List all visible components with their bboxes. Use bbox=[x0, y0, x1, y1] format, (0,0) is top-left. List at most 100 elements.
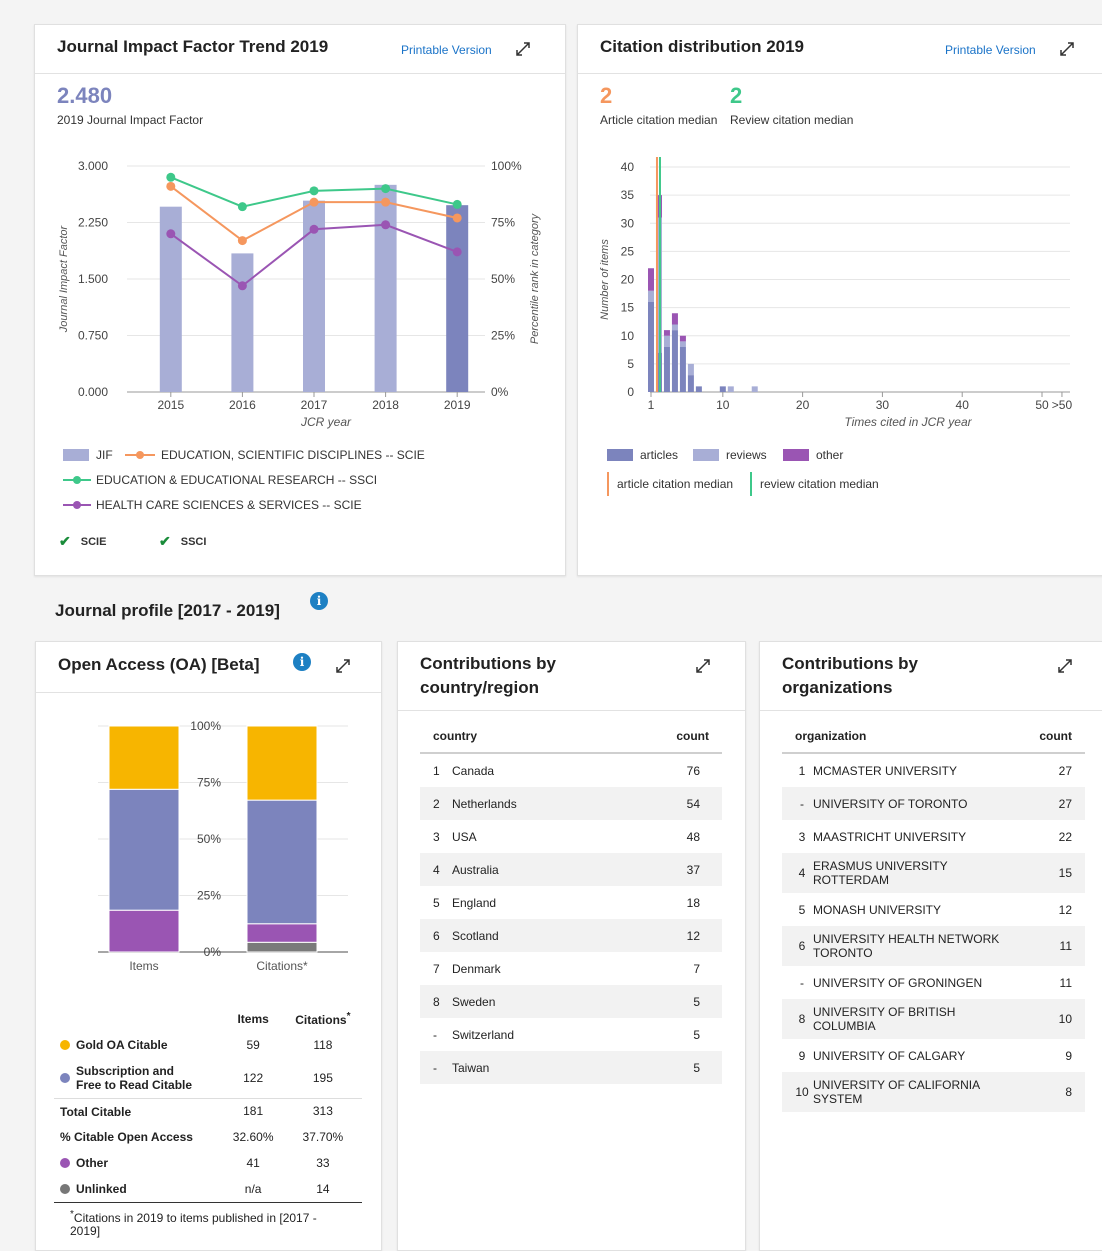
rank-cell: 7 bbox=[433, 961, 440, 976]
count-cell: 11 bbox=[1059, 975, 1072, 990]
expand-icon[interactable] bbox=[335, 658, 351, 674]
filter-scie-label: SCIE bbox=[80, 535, 107, 548]
rank-cell: 3 bbox=[798, 829, 806, 844]
x-tick-label: >50 bbox=[1052, 398, 1073, 412]
organization-row[interactable]: 6 UNIVERSITY HEALTH NETWORK TORONTO 11 bbox=[782, 926, 1085, 966]
health-point bbox=[381, 220, 391, 230]
expand-icon[interactable] bbox=[695, 658, 711, 674]
y-tick-label: 40 bbox=[621, 160, 635, 174]
count-cell: 37 bbox=[616, 853, 722, 886]
edu-sci-point bbox=[452, 213, 462, 223]
rank-cell: 3 bbox=[433, 829, 440, 844]
printable-version-link[interactable]: Printable Version bbox=[945, 43, 1036, 57]
expand-icon[interactable] bbox=[515, 41, 531, 57]
x-tick-label: 2016 bbox=[229, 398, 256, 412]
printable-version-link[interactable]: Printable Version bbox=[401, 43, 492, 57]
legend-articles[interactable]: articles bbox=[607, 448, 678, 462]
count-cell: 5 bbox=[693, 1027, 700, 1042]
review-median-swatch bbox=[750, 472, 752, 496]
info-icon[interactable]: i bbox=[293, 653, 311, 671]
articles-swatch bbox=[607, 449, 633, 461]
country-row[interactable]: 4 Australia 37 bbox=[420, 853, 722, 886]
oa-row-label: Unlinked bbox=[54, 1176, 223, 1202]
name-cell: UNIVERSITY OF GRONINGEN bbox=[813, 975, 983, 990]
rank-cell: 5 bbox=[798, 902, 806, 917]
organization-row[interactable]: - UNIVERSITY OF TORONTO 27 bbox=[782, 787, 1085, 820]
legend-edu-res[interactable]: EDUCATION & EDUCATIONAL RESEARCH -- SSCI bbox=[63, 473, 377, 487]
country-row[interactable]: 8 Sweden 5 bbox=[420, 985, 722, 1018]
count-cell: 48 bbox=[686, 829, 700, 844]
country-row[interactable]: 3 USA 48 bbox=[420, 820, 722, 853]
rank-cell: 6 bbox=[782, 926, 813, 966]
jif-trend-card: Journal Impact Factor Trend 2019 Printab… bbox=[34, 24, 566, 576]
jif-bar bbox=[231, 253, 254, 392]
organization-row[interactable]: 4 ERASMUS UNIVERSITY ROTTERDAM 15 bbox=[782, 853, 1085, 893]
reviews-bar bbox=[663, 335, 670, 347]
country-row[interactable]: 5 England 18 bbox=[420, 886, 722, 919]
count-cell: 76 bbox=[686, 763, 700, 778]
x-tick-label: 20 bbox=[796, 398, 810, 412]
x-tick-label: 40 bbox=[956, 398, 970, 412]
y2-axis-title: Percentile rank in category bbox=[529, 212, 541, 344]
edu-res-point bbox=[452, 199, 462, 209]
reviews-bar bbox=[679, 341, 686, 347]
organization-row[interactable]: 8 UNIVERSITY OF BRITISH COLUMBIA 10 bbox=[782, 999, 1085, 1039]
name-cell: 6 Scotland bbox=[420, 919, 617, 952]
oa-row-label: Total Citable bbox=[54, 1098, 223, 1124]
legend-health[interactable]: HEALTH CARE SCIENCES & SERVICES -- SCIE bbox=[63, 498, 362, 512]
count-cell: 12 bbox=[1058, 902, 1072, 917]
organization-row[interactable]: 5 MONASH UNIVERSITY 12 bbox=[782, 893, 1085, 926]
other-swatch bbox=[783, 449, 809, 461]
y-tick-label: 50% bbox=[197, 832, 221, 846]
organization-row[interactable]: 3 MAASTRICHT UNIVERSITY 22 bbox=[782, 820, 1085, 853]
organization-row[interactable]: 9 UNIVERSITY OF CALGARY 9 bbox=[782, 1039, 1085, 1072]
oa-table: Items Citations* Gold OA Citable 59 118 Sub… bbox=[54, 1006, 362, 1203]
country-row[interactable]: 6 Scotland 12 bbox=[420, 919, 722, 952]
jif-swatch bbox=[63, 449, 89, 461]
expand-icon[interactable] bbox=[1057, 658, 1073, 674]
y-tick-label: 10 bbox=[621, 329, 635, 343]
country-row[interactable]: - Taiwan 5 bbox=[420, 1051, 722, 1084]
organization-row[interactable]: - UNIVERSITY OF GRONINGEN 11 bbox=[782, 966, 1085, 999]
legend-article-median[interactable]: article citation median bbox=[607, 472, 733, 496]
jif-bar bbox=[374, 184, 397, 392]
legend-review-median[interactable]: review citation median bbox=[750, 472, 879, 496]
filter-ssci[interactable]: ✔ SSCI bbox=[159, 533, 206, 550]
expand-icon[interactable] bbox=[1059, 41, 1075, 57]
article-median-label: Article citation median bbox=[600, 113, 718, 127]
legend-jif[interactable]: JIF bbox=[63, 448, 113, 462]
country-row[interactable]: 1 Canada 76 bbox=[420, 753, 722, 787]
organization-row[interactable]: 10 UNIVERSITY OF CALIFORNIA SYSTEM 8 bbox=[782, 1072, 1085, 1112]
oa-card-header: Open Access (OA) [Beta] i bbox=[36, 642, 381, 693]
country-card-title-line2: country/region bbox=[420, 678, 540, 697]
oa-col-citations: Citations* bbox=[295, 1011, 351, 1027]
articles-bar bbox=[719, 386, 726, 392]
name-cell: - Switzerland bbox=[420, 1018, 617, 1051]
reviews-bar bbox=[687, 363, 694, 376]
country-row[interactable]: 7 Denmark 7 bbox=[420, 952, 722, 985]
oa-row-label-text: Other bbox=[76, 1156, 109, 1171]
count-cell: 18 bbox=[686, 895, 700, 910]
filter-scie[interactable]: ✔ SCIE bbox=[59, 533, 106, 550]
info-icon[interactable]: i bbox=[310, 592, 328, 610]
checkmark-icon: ✔ bbox=[59, 533, 71, 549]
legend-reviews[interactable]: reviews bbox=[693, 448, 767, 462]
country-table: country count 1 Canada 76 2 Netherlands 54 3 US… bbox=[420, 719, 722, 1084]
name-text: Taiwan bbox=[452, 1060, 490, 1075]
name-cell: UNIVERSITY OF CALGARY bbox=[813, 1048, 966, 1063]
y-tick-label: 15 bbox=[621, 301, 635, 315]
count-cell: 27 bbox=[1023, 787, 1085, 820]
legend-other[interactable]: other bbox=[783, 448, 843, 462]
organization-row[interactable]: 1 MCMASTER UNIVERSITY 27 bbox=[782, 753, 1085, 787]
x-tick-label: 1 bbox=[648, 398, 655, 412]
legend-edu-sci[interactable]: EDUCATION, SCIENTIFIC DISCIPLINES -- SCI… bbox=[125, 448, 425, 462]
jif-trend-chart: 0.000 0.750 1.500 2.250 3.000 0% 25% 50% 75% 100%… bbox=[58, 159, 541, 429]
country-row[interactable]: - Switzerland 5 bbox=[420, 1018, 722, 1051]
legend-edu-sci-label: EDUCATION, SCIENTIFIC DISCIPLINES -- SCI… bbox=[161, 448, 425, 462]
name-text: Sweden bbox=[452, 994, 496, 1009]
country-row[interactable]: 2 Netherlands 54 bbox=[420, 787, 722, 820]
review-median-value: 2 bbox=[730, 83, 743, 108]
x-tick-label: 2015 bbox=[157, 398, 184, 412]
org-card-title-line1: Contributions by bbox=[782, 654, 918, 673]
jif-caption: 2019 Journal Impact Factor bbox=[57, 113, 204, 127]
